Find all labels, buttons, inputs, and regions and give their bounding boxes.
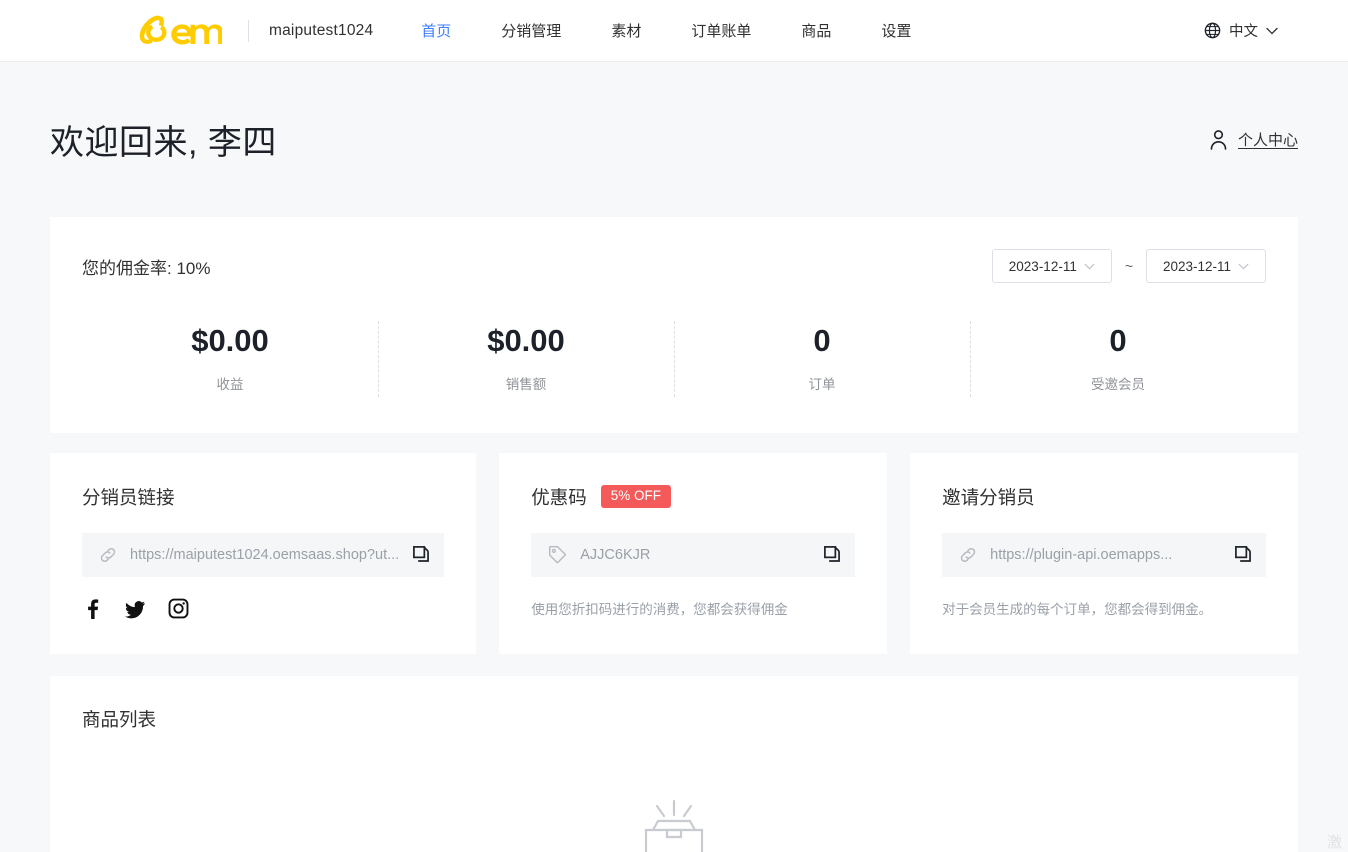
globe-icon	[1204, 22, 1221, 39]
copy-affiliate-link-button[interactable]	[412, 545, 431, 564]
card-title: 分销员链接	[82, 486, 175, 508]
coupon-code-value: AJJC6KJR	[580, 546, 651, 563]
social-share-buttons	[82, 598, 444, 620]
info-cards-row: 分销员链接 https://maiputest1024.oemsaas.shop…	[50, 452, 1299, 654]
copy-invite-link-button[interactable]	[1234, 545, 1253, 564]
stat-value: 0	[1109, 323, 1127, 358]
stat-earnings: $0.00 收益	[82, 319, 378, 399]
coupon-code-field[interactable]: AJJC6KJR	[531, 532, 856, 577]
facebook-share-button[interactable]	[82, 598, 102, 620]
date-range-picker: 2023-12-11 ~ 2023-12-11	[991, 249, 1266, 283]
copy-icon	[413, 546, 430, 562]
twitter-icon	[125, 600, 145, 618]
date-range-separator: ~	[1124, 258, 1133, 274]
shop-name[interactable]: maiputest1024	[269, 22, 373, 40]
coupon-card: 优惠码 5% OFF AJJC6KJR 使用您折扣码进行的消费，您都会获得佣金	[499, 452, 888, 654]
stat-value: 0	[813, 323, 831, 358]
date-to-value: 2023-12-11	[1162, 258, 1232, 274]
invite-link-field[interactable]: https://plugin-api.oemapps...	[942, 532, 1267, 577]
twitter-share-button[interactable]	[124, 598, 146, 620]
nav-item-orders[interactable]: 订单账单	[691, 20, 751, 41]
chevron-down-icon	[1266, 27, 1278, 34]
top-navigation-bar: maiputest1024 首页 分销管理 素材 订单账单 商品 设置 中文	[0, 0, 1348, 62]
stats-row: $0.00 收益 $0.00 销售额 0 订单 0 受邀会员	[82, 319, 1266, 399]
affiliate-link-value: https://maiputest1024.oemsaas.shop?ut...	[130, 546, 400, 563]
stat-label: 受邀会员	[1091, 376, 1145, 392]
nav-item-settings[interactable]: 设置	[881, 20, 911, 41]
link-icon	[100, 547, 116, 562]
empty-box-icon	[644, 799, 704, 852]
card-header: 优惠码 5% OFF	[531, 483, 855, 511]
invite-hint: 对于会员生成的每个订单，您都会得到佣金。	[942, 601, 1213, 617]
oem-logo-icon	[139, 15, 222, 44]
user-icon	[1210, 130, 1227, 150]
date-to-picker[interactable]: 2023-12-11	[1146, 249, 1266, 283]
card-title: 邀请分销员	[942, 486, 1035, 508]
nav-item-materials[interactable]: 素材	[611, 20, 641, 41]
date-from-picker[interactable]: 2023-12-11	[991, 249, 1112, 283]
nav-item-distribution[interactable]: 分销管理	[501, 20, 561, 41]
nav-menu: 首页 分销管理 素材 订单账单 商品 设置	[421, 20, 961, 41]
profile-center-link[interactable]: 个人中心	[1209, 129, 1298, 150]
copy-icon	[824, 546, 841, 562]
link-icon	[960, 547, 976, 562]
stat-invited-members: 0 受邀会员	[970, 319, 1266, 399]
product-list-card: 商品列表	[50, 675, 1298, 852]
nav-item-home[interactable]: 首页	[421, 20, 451, 41]
coupon-hint: 使用您折扣码进行的消费，您都会获得佣金	[531, 601, 788, 617]
invite-affiliate-card: 邀请分销员 https://plugin-api.oemapps... 对于会员…	[910, 452, 1299, 654]
stats-card: 您的佣金率: 10% 2023-12-11 ~ 2023-12-11 $0.00…	[50, 217, 1298, 433]
stats-header: 您的佣金率: 10% 2023-12-11 ~ 2023-12-11	[82, 247, 1266, 285]
date-from-value: 2023-12-11	[1008, 258, 1077, 274]
stat-label: 收益	[216, 376, 244, 392]
affiliate-link-card: 分销员链接 https://maiputest1024.oemsaas.shop…	[50, 452, 477, 654]
tag-icon	[549, 546, 567, 564]
copy-icon	[1235, 546, 1251, 562]
logo[interactable]	[136, 11, 222, 51]
stat-value: $0.00	[191, 323, 269, 358]
discount-badge: 5% OFF	[600, 485, 672, 508]
product-list-title: 商品列表	[82, 708, 157, 730]
nav-item-products[interactable]: 商品	[801, 20, 831, 41]
page-content: 欢迎回来, 李四 个人中心 您的佣金率: 10% 2023-12-11 ~ 20…	[0, 62, 1348, 852]
commission-rate-text: 您的佣金率: 10%	[82, 258, 211, 278]
page-title: 欢迎回来, 李四	[50, 124, 277, 162]
instagram-icon	[168, 598, 189, 619]
nav-divider	[248, 19, 249, 42]
language-switcher[interactable]: 中文	[1204, 20, 1278, 41]
card-header: 分销员链接	[82, 483, 444, 511]
invite-link-value: https://plugin-api.oemapps...	[990, 546, 1173, 563]
facebook-icon	[88, 599, 99, 619]
stat-label: 订单	[808, 376, 836, 392]
stat-orders: 0 订单	[674, 319, 970, 399]
chevron-down-icon	[1238, 263, 1249, 269]
instagram-share-button[interactable]	[168, 598, 189, 619]
empty-state	[82, 799, 1266, 852]
card-title: 优惠码	[531, 486, 587, 508]
profile-center-label: 个人中心	[1237, 132, 1298, 149]
stat-sales: $0.00 销售额	[378, 319, 674, 399]
stat-value: $0.00	[487, 323, 565, 358]
stat-label: 销售额	[505, 376, 547, 392]
copy-coupon-code-button[interactable]	[823, 545, 842, 564]
welcome-row: 欢迎回来, 李四 个人中心	[50, 62, 1298, 217]
chevron-down-icon	[1084, 263, 1095, 269]
language-label: 中文	[1229, 24, 1258, 40]
affiliate-link-field[interactable]: https://maiputest1024.oemsaas.shop?ut...	[82, 532, 445, 577]
card-header: 邀请分销员	[942, 483, 1266, 511]
os-activation-watermark: 激	[1326, 834, 1342, 851]
